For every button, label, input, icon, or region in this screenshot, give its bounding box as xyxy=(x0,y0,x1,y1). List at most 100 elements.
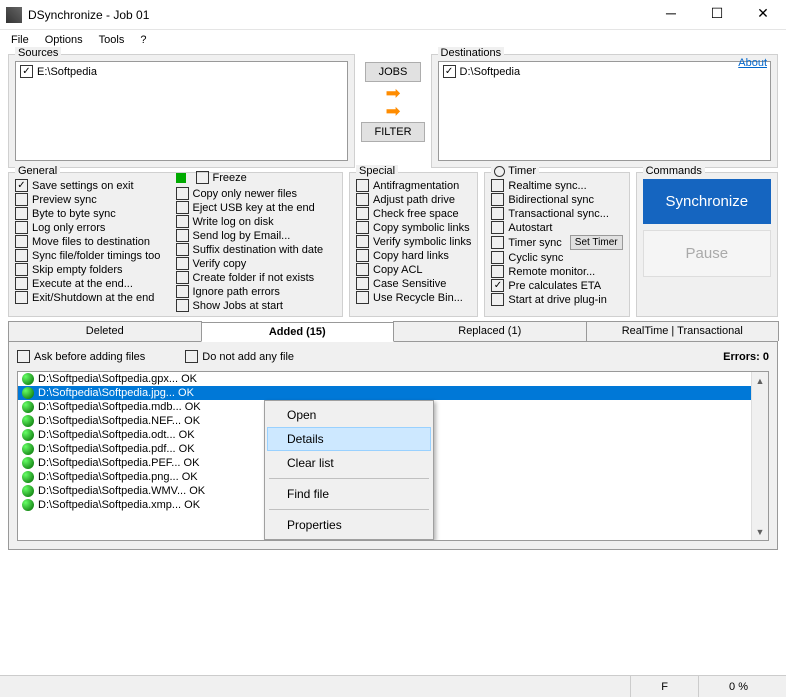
timer-8-checkbox[interactable] xyxy=(491,293,504,306)
special-3-checkbox[interactable] xyxy=(356,221,369,234)
general-6-label: Skip empty folders xyxy=(32,264,122,276)
file-row[interactable]: D:\Softpedia\Softpedia.gpx... OK xyxy=(18,372,768,386)
special-5-checkbox[interactable] xyxy=(356,249,369,262)
minimize-button[interactable]: ─ xyxy=(648,0,694,30)
general-1-label: Preview sync xyxy=(32,194,97,206)
dest-item[interactable]: D:\Softpedia xyxy=(441,64,768,79)
timer-label: Timer xyxy=(491,165,539,177)
menu-help[interactable]: ? xyxy=(133,32,153,48)
timer-1-checkbox[interactable] xyxy=(491,193,504,206)
general2-6-checkbox[interactable] xyxy=(176,271,189,284)
jobs-button[interactable]: JOBS xyxy=(365,62,421,82)
general2-8-checkbox[interactable] xyxy=(176,299,189,312)
special-2-checkbox[interactable] xyxy=(356,207,369,220)
timer-0-checkbox[interactable] xyxy=(491,179,504,192)
filter-button[interactable]: FILTER xyxy=(361,122,424,142)
set-timer-button[interactable]: Set Timer xyxy=(570,235,623,250)
general-8-checkbox[interactable] xyxy=(15,291,28,304)
general2-3-checkbox[interactable] xyxy=(176,229,189,242)
general2-5-checkbox[interactable] xyxy=(176,257,189,270)
scroll-down-icon[interactable]: ▼ xyxy=(752,523,768,540)
file-list[interactable]: ▲ ▼ D:\Softpedia\Softpedia.gpx... OK D:\S… xyxy=(17,371,769,541)
sync-arrow-icon: ➡ xyxy=(385,86,400,100)
general2-4-checkbox[interactable] xyxy=(176,243,189,256)
statusbar: F 0 % xyxy=(0,675,786,697)
general-3-checkbox[interactable] xyxy=(15,221,28,234)
general-7-checkbox[interactable] xyxy=(15,277,28,290)
general-6-checkbox[interactable] xyxy=(15,263,28,276)
commands-group: Commands Synchronize Pause xyxy=(636,172,778,317)
synchronize-button[interactable]: Synchronize xyxy=(643,179,771,224)
checkbox-icon[interactable] xyxy=(443,65,456,78)
timer-4-label: Timer sync xyxy=(508,237,561,249)
timer-1-label: Bidirectional sync xyxy=(508,194,594,206)
general-0-checkbox[interactable] xyxy=(15,179,28,192)
tab-bar: Deleted Added (15) Replaced (1) RealTime… xyxy=(8,321,778,342)
special-3-label: Copy symbolic links xyxy=(373,222,470,234)
sources-list[interactable]: E:\Softpedia xyxy=(15,61,348,161)
general-4-checkbox[interactable] xyxy=(15,235,28,248)
timer-7-label: Pre calculates ETA xyxy=(508,280,601,292)
scroll-up-icon[interactable]: ▲ xyxy=(752,372,768,389)
general-1-checkbox[interactable] xyxy=(15,193,28,206)
checkbox-icon[interactable] xyxy=(20,65,33,78)
close-button[interactable]: ✕ xyxy=(740,0,786,30)
general2-5-label: Verify copy xyxy=(193,258,247,270)
timer-3-checkbox[interactable] xyxy=(491,221,504,234)
timer-6-checkbox[interactable] xyxy=(491,265,504,278)
special-6-checkbox[interactable] xyxy=(356,263,369,276)
general2-0-checkbox[interactable] xyxy=(176,187,189,200)
general-2-checkbox[interactable] xyxy=(15,207,28,220)
ask-before-checkbox[interactable] xyxy=(17,350,30,363)
tab-replaced[interactable]: Replaced (1) xyxy=(393,321,587,341)
special-0-checkbox[interactable] xyxy=(356,179,369,192)
ctx-properties[interactable]: Properties xyxy=(267,513,431,537)
file-path: D:\Softpedia\Softpedia.jpg... OK xyxy=(38,387,194,399)
ctx-clear[interactable]: Clear list xyxy=(267,451,431,475)
errors-count: Errors: 0 xyxy=(723,351,769,363)
about-link[interactable]: About xyxy=(738,57,767,69)
file-path: D:\Softpedia\Softpedia.gpx... OK xyxy=(38,373,197,385)
file-path: D:\Softpedia\Softpedia.NEF... OK xyxy=(38,415,200,427)
file-path: D:\Softpedia\Softpedia.pdf... OK xyxy=(38,443,195,455)
do-not-add-checkbox[interactable] xyxy=(185,350,198,363)
special-8-checkbox[interactable] xyxy=(356,291,369,304)
scrollbar[interactable]: ▲ ▼ xyxy=(751,372,768,540)
timer-5-checkbox[interactable] xyxy=(491,251,504,264)
destinations-list[interactable]: D:\Softpedia xyxy=(438,61,771,161)
timer-7-checkbox[interactable] xyxy=(491,279,504,292)
source-item[interactable]: E:\Softpedia xyxy=(18,64,345,79)
special-7-checkbox[interactable] xyxy=(356,277,369,290)
general-2-label: Byte to byte sync xyxy=(32,208,116,220)
ctx-details[interactable]: Details xyxy=(267,427,431,451)
special-7-label: Case Sensitive xyxy=(373,278,446,290)
maximize-button[interactable]: ☐ xyxy=(694,0,740,30)
status-ok-icon xyxy=(22,401,34,413)
status-ok-icon xyxy=(22,443,34,455)
tab-deleted[interactable]: Deleted xyxy=(8,321,202,341)
file-path: D:\Softpedia\Softpedia.PEF... OK xyxy=(38,457,199,469)
general2-2-checkbox[interactable] xyxy=(176,215,189,228)
menu-tools[interactable]: Tools xyxy=(92,32,132,48)
menu-file[interactable]: File xyxy=(4,32,36,48)
general-5-checkbox[interactable] xyxy=(15,249,28,262)
general2-1-label: Eject USB key at the end xyxy=(193,202,315,214)
special-4-checkbox[interactable] xyxy=(356,235,369,248)
general2-7-checkbox[interactable] xyxy=(176,285,189,298)
freeze-label: Freeze xyxy=(213,172,247,184)
freeze-checkbox[interactable] xyxy=(196,171,209,184)
menu-options[interactable]: Options xyxy=(38,32,90,48)
timer-6-label: Remote monitor... xyxy=(508,266,595,278)
timer-4-checkbox[interactable] xyxy=(491,236,504,249)
file-row[interactable]: D:\Softpedia\Softpedia.jpg... OK xyxy=(18,386,768,400)
tab-added[interactable]: Added (15) xyxy=(201,322,395,342)
ctx-find[interactable]: Find file xyxy=(267,482,431,506)
tab-realtime[interactable]: RealTime | Transactional xyxy=(586,321,780,341)
status-ok-icon xyxy=(22,485,34,497)
ctx-open[interactable]: Open xyxy=(267,403,431,427)
timer-2-checkbox[interactable] xyxy=(491,207,504,220)
pause-button[interactable]: Pause xyxy=(643,230,771,277)
general2-1-checkbox[interactable] xyxy=(176,201,189,214)
special-1-checkbox[interactable] xyxy=(356,193,369,206)
status-f: F xyxy=(630,676,698,697)
